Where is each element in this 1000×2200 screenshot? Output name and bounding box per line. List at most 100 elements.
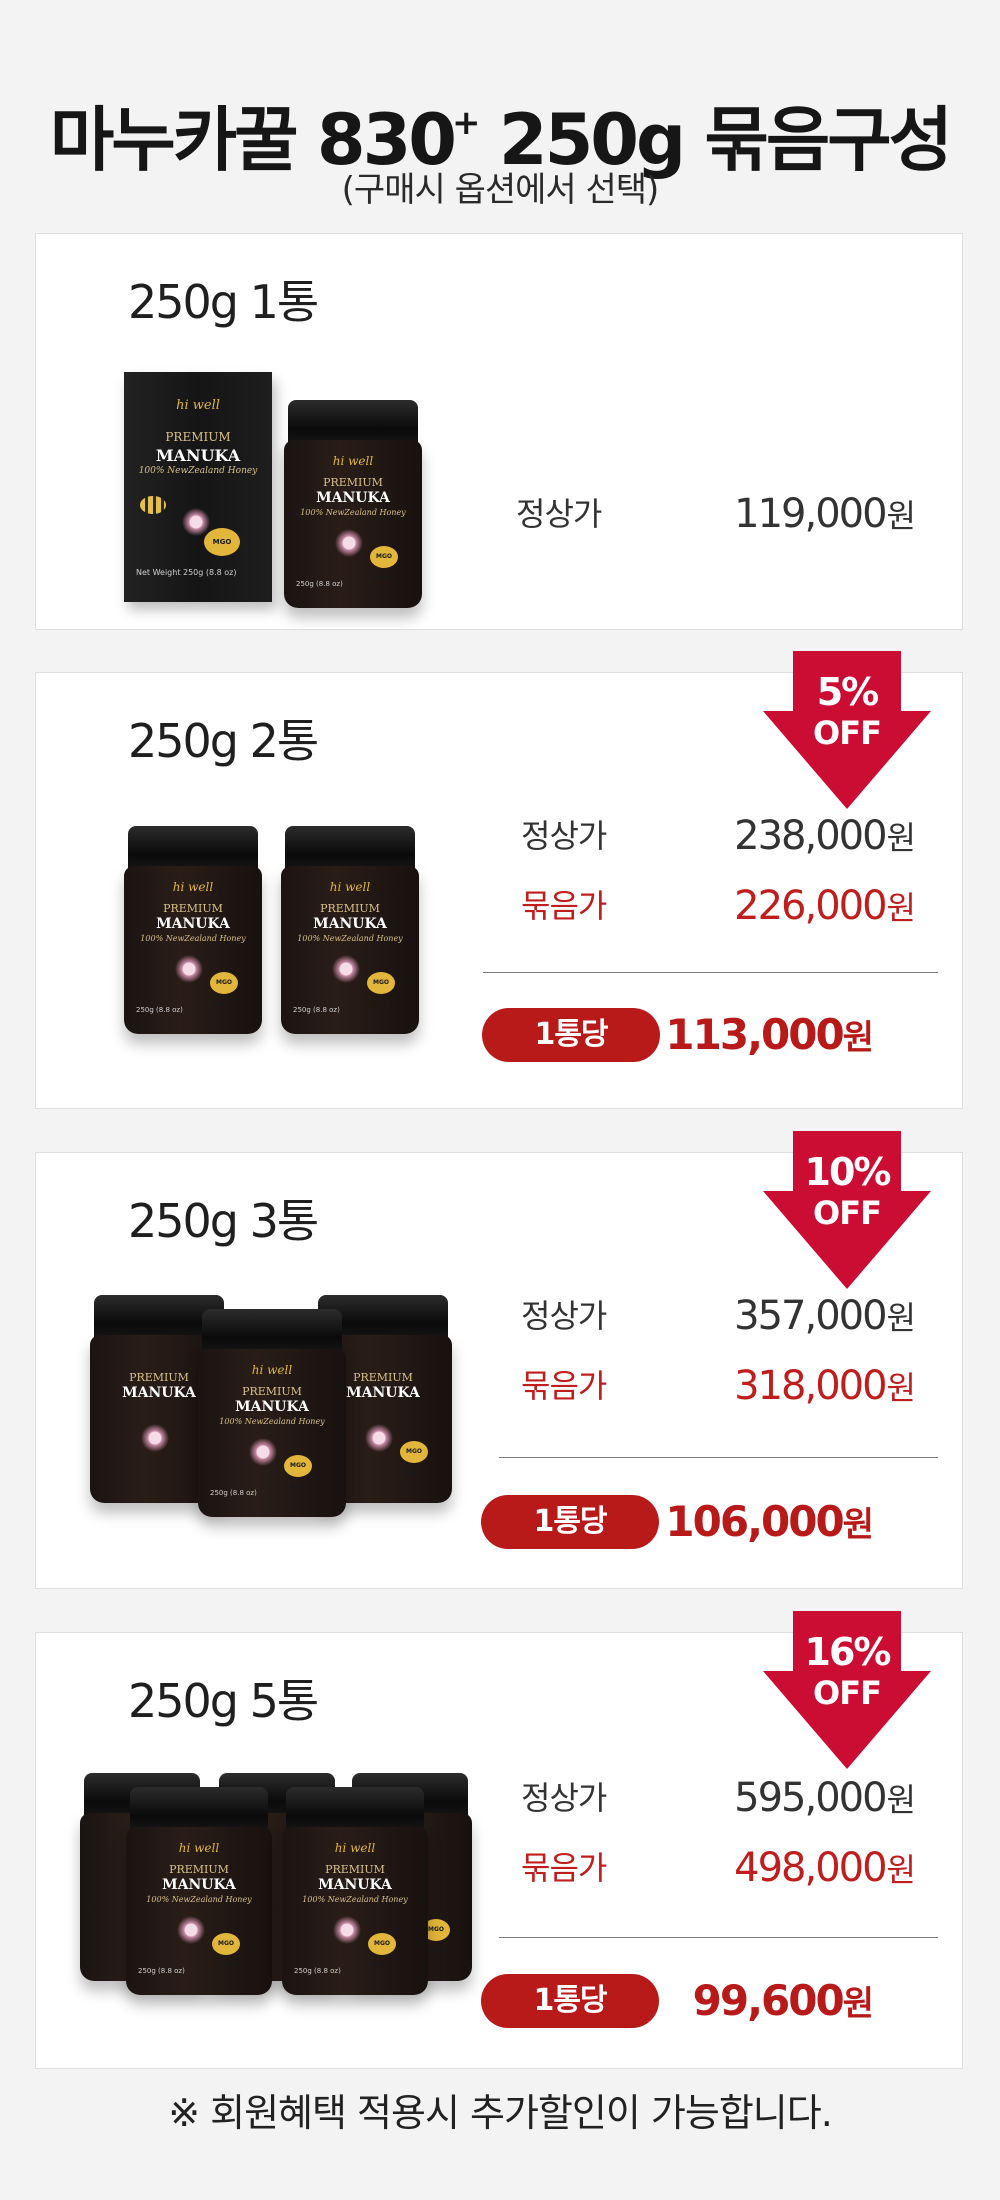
product-line3: 100% NewZealand Honey bbox=[219, 1417, 325, 1426]
regular-price-number: 238,000 bbox=[734, 813, 887, 859]
currency-unit: 원 bbox=[842, 1984, 874, 2024]
flower-icon bbox=[246, 1437, 280, 1467]
per-unit-pill: 1통당 bbox=[481, 1974, 659, 2028]
flower-icon bbox=[138, 1423, 172, 1453]
product-line1: PREMIUM bbox=[163, 902, 223, 915]
option-title: 250g 2통 bbox=[128, 714, 319, 768]
mgo-badge: MGO 830+ bbox=[204, 528, 240, 574]
currency-unit: 원 bbox=[886, 1369, 916, 1407]
regular-price-row: 정상가 357,000원 bbox=[521, 1291, 916, 1341]
product-line1: PREMIUM bbox=[169, 1863, 229, 1876]
bundle-price-number: 226,000 bbox=[734, 883, 887, 929]
bundle-price-value: 498,000원 bbox=[734, 1843, 916, 1895]
per-unit-number: 106,000 bbox=[665, 1497, 844, 1546]
option-card-3: 250g 3통 10% OFF PREMIUM MANUKA PREMIUM M… bbox=[35, 1131, 963, 1589]
product-jar: hi well PREMIUM MANUKA 100% NewZealand H… bbox=[282, 1787, 428, 1995]
product-line3: 100% NewZealand Honey bbox=[140, 934, 246, 943]
bundle-price-row: 묶음가 318,000원 bbox=[521, 1361, 916, 1411]
flower-icon bbox=[330, 1915, 364, 1945]
bundle-price-label: 묶음가 bbox=[521, 1849, 607, 1887]
currency-unit: 원 bbox=[842, 1018, 874, 1058]
flower-icon bbox=[172, 954, 206, 984]
mgo-badge: MGO 830+ bbox=[210, 972, 238, 1008]
discount-off-label: OFF bbox=[813, 1194, 882, 1232]
discount-off-label: OFF bbox=[813, 1674, 882, 1712]
regular-price-label: 정상가 bbox=[521, 1779, 607, 1817]
currency-unit: 원 bbox=[886, 819, 916, 857]
regular-price-row: 정상가 238,000원 bbox=[521, 811, 916, 861]
bee-icon bbox=[140, 496, 166, 514]
option-card-1: 250g 1통 hi well PREMIUM MANUKA 100% NewZ… bbox=[35, 233, 963, 630]
regular-price-value: 238,000원 bbox=[734, 811, 916, 863]
product-line3: 100% NewZealand Honey bbox=[138, 466, 258, 476]
mgo-badge: MGO 830+ bbox=[367, 972, 395, 1008]
bundle-price-label: 묶음가 bbox=[521, 887, 607, 925]
mgo-badge: MGO 830+ bbox=[368, 1933, 396, 1969]
regular-price-value: 595,000원 bbox=[734, 1773, 916, 1825]
currency-unit: 원 bbox=[886, 497, 916, 535]
product-line3: 100% NewZealand Honey bbox=[300, 508, 406, 517]
regular-price-value: 119,000원 bbox=[734, 489, 916, 541]
regular-price-row: 정상가 595,000원 bbox=[521, 1773, 916, 1823]
discount-percent: 10% bbox=[804, 1150, 892, 1194]
product-jar: hi well PREMIUM MANUKA 100% NewZealand H… bbox=[126, 1787, 272, 1995]
regular-price-number: 595,000 bbox=[734, 1775, 887, 1821]
bundle-price-value: 226,000원 bbox=[734, 881, 916, 933]
regular-price-number: 119,000 bbox=[734, 491, 887, 537]
price-divider bbox=[483, 972, 938, 973]
product-jar: hi well PREMIUM MANUKA 100% NewZealand H… bbox=[124, 826, 262, 1034]
discount-off-label: OFF bbox=[813, 714, 882, 752]
jar-body: hi well PREMIUM MANUKA 100% NewZealand H… bbox=[281, 866, 419, 1034]
option-title: 250g 1통 bbox=[128, 275, 319, 329]
mgo-badge: MGO 830+ bbox=[212, 1933, 240, 1969]
bundle-price-label: 묶음가 bbox=[521, 1367, 607, 1405]
per-unit-pill: 1통당 bbox=[481, 1495, 659, 1549]
bundle-price-value: 318,000원 bbox=[734, 1361, 916, 1413]
product-line3: 100% NewZealand Honey bbox=[302, 1895, 408, 1904]
product-line2: MANUKA bbox=[156, 916, 230, 932]
weight-label: 250g (8.8 oz) bbox=[138, 1967, 185, 1975]
product-line2: MANUKA bbox=[313, 916, 387, 932]
per-unit-price: 113,000원 bbox=[665, 1008, 874, 1065]
product-line1: PREMIUM bbox=[323, 476, 383, 489]
product-line3: 100% NewZealand Honey bbox=[297, 934, 403, 943]
product-line1: PREMIUM bbox=[242, 1385, 302, 1398]
jar-body: hi well PREMIUM MANUKA 100% NewZealand H… bbox=[124, 866, 262, 1034]
weight-label: 250g (8.8 oz) bbox=[293, 1006, 340, 1014]
brand-logo: hi well bbox=[334, 1841, 376, 1855]
weight-label: 250g (8.8 oz) bbox=[136, 1006, 183, 1014]
per-unit-price: 99,600원 bbox=[693, 1974, 874, 2031]
weight-label: 250g (8.8 oz) bbox=[210, 1489, 257, 1497]
product-line2: MANUKA bbox=[162, 1877, 236, 1893]
option-card-4: 250g 5통 16% OFF MGO 830+ hi well PREMIUM… bbox=[35, 1611, 963, 2069]
member-discount-note: ※ 회원혜택 적용시 추가할인이 가능합니다. bbox=[168, 2091, 833, 2135]
product-jar: hi well PREMIUM MANUKA 100% NewZealand H… bbox=[281, 826, 419, 1034]
product-line1: PREMIUM bbox=[325, 1863, 385, 1876]
product-line2: MANUKA bbox=[318, 1877, 392, 1893]
per-unit-pill: 1통당 bbox=[482, 1008, 660, 1062]
discount-percent: 16% bbox=[804, 1630, 892, 1674]
currency-unit: 원 bbox=[886, 1299, 916, 1337]
option-card-2: 250g 2통 5% OFF hi well PREMIUM MANUKA 10… bbox=[35, 651, 963, 1109]
product-line2: MANUKA bbox=[155, 446, 241, 465]
weight-label: 250g (8.8 oz) bbox=[294, 1967, 341, 1975]
regular-price-number: 357,000 bbox=[734, 1293, 887, 1339]
product-box: hi well PREMIUM MANUKA 100% NewZealand H… bbox=[124, 372, 272, 602]
flower-icon bbox=[329, 954, 363, 984]
price-divider bbox=[499, 1457, 938, 1458]
product-line3: 100% NewZealand Honey bbox=[146, 1895, 252, 1904]
jar-body: hi well PREMIUM MANUKA 100% NewZealand H… bbox=[198, 1349, 346, 1517]
weight-label: 250g (8.8 oz) bbox=[296, 580, 343, 588]
title-superscript: + bbox=[452, 103, 480, 143]
regular-price-row: 정상가 119,000원 bbox=[516, 489, 916, 539]
jar-body: hi well PREMIUM MANUKA 100% NewZealand H… bbox=[282, 1827, 428, 1995]
jar-body: hi well PREMIUM MANUKA 100% NewZealand H… bbox=[126, 1827, 272, 1995]
regular-price-label: 정상가 bbox=[521, 817, 607, 855]
brand-logo: hi well bbox=[251, 1363, 293, 1377]
brand-logo: hi well bbox=[172, 880, 214, 894]
currency-unit: 원 bbox=[886, 1851, 916, 1889]
currency-unit: 원 bbox=[886, 1781, 916, 1819]
bundle-price-number: 318,000 bbox=[734, 1363, 887, 1409]
mgo-badge: MGO 830+ bbox=[370, 546, 398, 582]
flower-icon bbox=[362, 1423, 396, 1453]
